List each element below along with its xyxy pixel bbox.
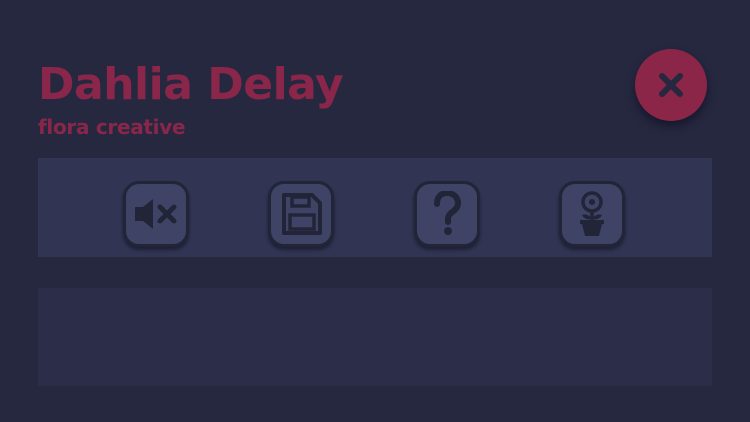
mute-button[interactable] (123, 181, 189, 247)
help-button[interactable] (414, 181, 480, 247)
floppy-disk-icon (282, 193, 322, 235)
close-icon (659, 73, 683, 97)
save-button[interactable] (268, 181, 334, 247)
question-mark-icon (434, 191, 462, 235)
close-button[interactable] (635, 49, 707, 121)
potted-flower-icon (580, 191, 604, 236)
content-panel (38, 288, 712, 386)
plugin-title: Dahlia Delay (38, 59, 344, 110)
brand-subtitle: flora creative (38, 115, 186, 139)
speaker-muted-icon (135, 199, 177, 229)
flower-button[interactable] (559, 181, 625, 247)
toolbar (38, 158, 712, 257)
